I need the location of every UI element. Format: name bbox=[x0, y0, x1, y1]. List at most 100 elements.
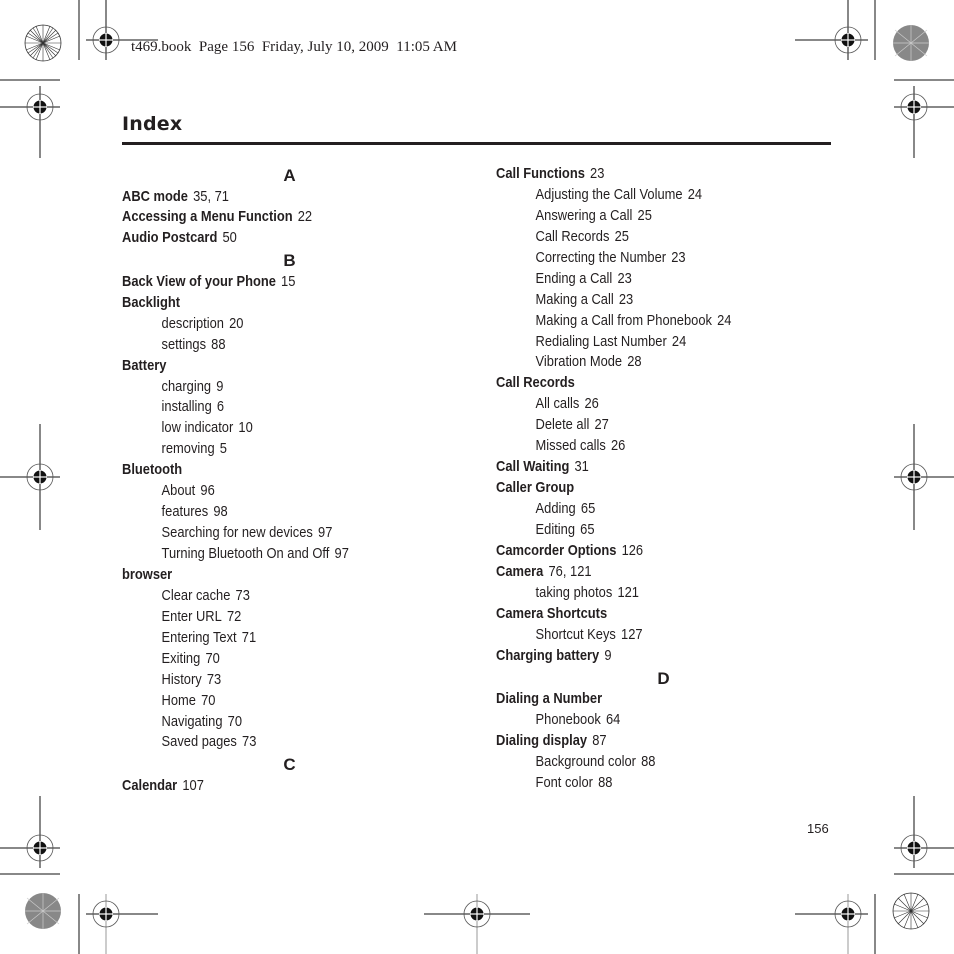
entry-term: Dialing display bbox=[496, 731, 588, 749]
entry-page-refs: 26 bbox=[584, 395, 599, 413]
index-entry: Call Records bbox=[496, 373, 784, 394]
index-entry: Caller Group bbox=[496, 478, 784, 499]
entry-term: History bbox=[161, 670, 202, 688]
index-subentry: Call Records 25 bbox=[496, 227, 784, 248]
entry-page-refs: 76, 121 bbox=[548, 562, 592, 580]
index-subentry: Delete all 27 bbox=[496, 415, 784, 436]
index-subentry: All calls 26 bbox=[496, 394, 784, 415]
index-subentry: Navigating 70 bbox=[122, 712, 410, 733]
entry-term: installing bbox=[161, 398, 212, 416]
entry-term: Accessing a Menu Function bbox=[122, 208, 293, 226]
entry-page-refs: 23 bbox=[671, 248, 686, 266]
entry-page-refs: 15 bbox=[281, 272, 296, 290]
entry-page-refs: 26 bbox=[610, 437, 626, 455]
entry-term: Correcting the Number bbox=[535, 248, 667, 266]
index-entry: Camera Shortcuts bbox=[496, 604, 784, 625]
entry-term: Camera Shortcuts bbox=[496, 604, 608, 622]
index-subentry: Phonebook 64 bbox=[496, 710, 784, 731]
entry-page-refs: 73 bbox=[206, 670, 222, 688]
entry-term: Dialing a Number bbox=[496, 690, 603, 707]
entry-term: low indicator bbox=[161, 419, 234, 437]
entry-term: Editing bbox=[535, 520, 576, 538]
index-subentry: Vibration Mode 28 bbox=[496, 352, 784, 373]
entry-term: Making a Call bbox=[535, 290, 614, 308]
entry-page-refs: 64 bbox=[605, 710, 621, 728]
index-subentry: Background color 88 bbox=[496, 752, 784, 773]
entry-page-refs: 88 bbox=[641, 752, 656, 770]
index-entry: Dialing display 87 bbox=[496, 731, 784, 752]
entry-term: Home bbox=[161, 691, 196, 709]
entry-page-refs: 70 bbox=[205, 649, 220, 667]
title-rule bbox=[122, 142, 831, 145]
entry-term: Missed calls bbox=[535, 437, 606, 455]
index-subentry: charging 9 bbox=[122, 377, 410, 398]
entry-page-refs: 24 bbox=[671, 332, 687, 350]
letter-text: B bbox=[283, 251, 296, 271]
entry-page-refs: 9 bbox=[216, 377, 224, 395]
index-subentry: Editing 65 bbox=[496, 520, 784, 541]
index-subentry: Clear cache 73 bbox=[122, 586, 410, 607]
entry-term: Adjusting the Call Volume bbox=[535, 185, 683, 203]
index-subentry: taking photos 121 bbox=[496, 583, 784, 604]
entry-page-refs: 70 bbox=[201, 691, 216, 709]
index-column-left: A ABC mode 35, 71 Accessing a Menu Function… bbox=[122, 164, 457, 797]
index-subentry: Font color 88 bbox=[496, 773, 784, 794]
index-entry: Camera 76, 121 bbox=[496, 562, 784, 583]
index-subentry: Enter URL 72 bbox=[122, 607, 410, 628]
entry-page-refs: 73 bbox=[242, 733, 257, 751]
index-subentry: Exiting 70 bbox=[122, 649, 410, 670]
index-entry: Dialing a Number bbox=[496, 689, 784, 710]
entry-term: Delete all bbox=[535, 416, 590, 434]
entry-page-refs: 31 bbox=[574, 458, 589, 476]
entry-term: Clear cache bbox=[161, 586, 231, 604]
entry-term: removing bbox=[161, 440, 215, 458]
entry-term: Phonebook bbox=[535, 710, 601, 728]
entry-page-refs: 107 bbox=[182, 776, 204, 794]
index-subentry: History 73 bbox=[122, 670, 410, 691]
entry-page-refs: 96 bbox=[200, 482, 215, 500]
entry-page-refs: 73 bbox=[235, 586, 250, 604]
entry-term: Redialing Last Number bbox=[535, 332, 667, 350]
entry-page-refs: 88 bbox=[211, 335, 226, 353]
entry-term: Searching for new devices bbox=[161, 524, 313, 542]
entry-term: description bbox=[161, 314, 224, 332]
entry-term: Call Waiting bbox=[496, 458, 570, 476]
entry-page-refs: 25 bbox=[614, 227, 629, 245]
entry-term: Font color bbox=[535, 773, 593, 791]
entry-term: Caller Group bbox=[496, 479, 575, 497]
entry-page-refs: 35, 71 bbox=[193, 187, 229, 205]
index-entry: Bluetooth bbox=[122, 460, 410, 481]
index-subentry: Shortcut Keys 127 bbox=[496, 625, 784, 646]
entry-page-refs: 65 bbox=[580, 500, 596, 517]
entry-page-refs: 24 bbox=[687, 185, 703, 203]
entry-term: settings bbox=[161, 335, 207, 353]
starburst-mark-bottom-left bbox=[25, 893, 61, 929]
entry-page-refs: 24 bbox=[717, 311, 732, 329]
starburst-mark-top-right bbox=[893, 25, 929, 61]
entry-term: Adding bbox=[535, 500, 576, 517]
entry-term: Call Functions bbox=[496, 165, 585, 182]
entry-term: Background color bbox=[535, 752, 636, 770]
entry-page-refs: 65 bbox=[580, 520, 595, 538]
index-subentry: features 98 bbox=[122, 502, 410, 523]
entry-term: Camera bbox=[496, 562, 544, 580]
starburst-mark-bottom-right bbox=[892, 892, 930, 930]
entry-term: Camcorder Options bbox=[496, 541, 617, 559]
entry-page-refs: 23 bbox=[618, 290, 634, 308]
entry-term: Bluetooth bbox=[122, 461, 183, 479]
index-subentry: Correcting the Number 23 bbox=[496, 248, 784, 269]
index-subentry: About 96 bbox=[122, 481, 410, 502]
index-entry: Backlight bbox=[122, 293, 410, 314]
page-title: Index bbox=[122, 113, 183, 135]
index-entry: Battery bbox=[122, 356, 410, 377]
index-subentry: Making a Call 23 bbox=[496, 290, 784, 311]
index-entry: Charging battery 9 bbox=[496, 646, 784, 667]
entry-term: Back View of your Phone bbox=[122, 272, 276, 290]
entry-term: Exiting bbox=[161, 649, 201, 667]
index-letter-heading: A bbox=[122, 164, 457, 187]
index-letter-heading: D bbox=[496, 667, 831, 690]
index-entry: Camcorder Options 126 bbox=[496, 541, 784, 562]
entry-page-refs: 10 bbox=[238, 419, 253, 437]
entry-page-refs: 87 bbox=[592, 731, 607, 749]
entry-page-refs: 97 bbox=[318, 524, 333, 542]
